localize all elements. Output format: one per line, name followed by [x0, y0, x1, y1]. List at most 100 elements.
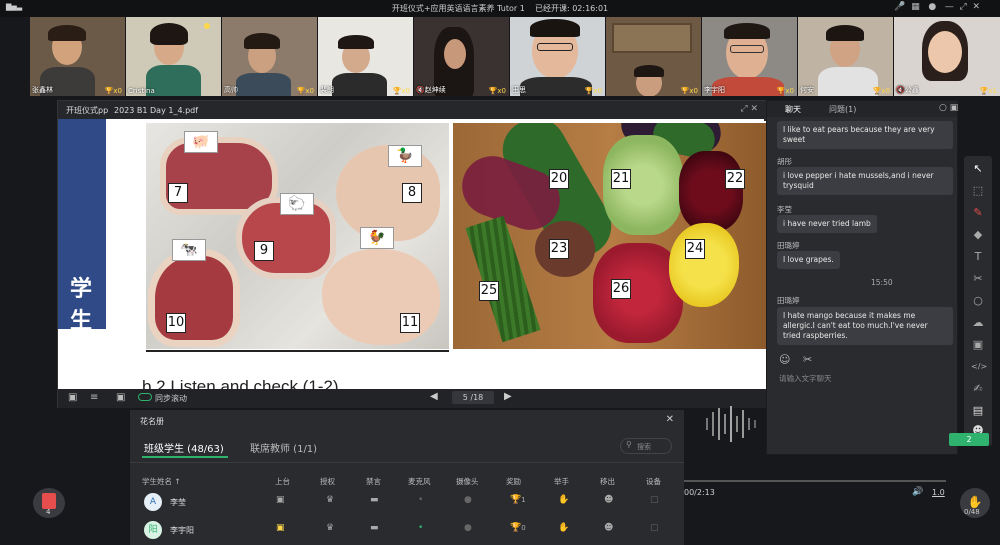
- crown-icon[interactable]: ♛: [326, 523, 334, 533]
- pdf-tray-button[interactable]: 4: [33, 488, 65, 518]
- page-indicator[interactable]: 5 /18: [452, 391, 494, 404]
- table-row[interactable]: A 李莹 ▣ ♛ ▬ • ● 🏆1 ✋ ☻ ▢: [130, 490, 684, 516]
- playback-time: 00/2:13: [684, 488, 715, 497]
- code-icon[interactable]: </>: [971, 360, 987, 374]
- progress-track[interactable]: [684, 480, 946, 482]
- toolbox-icon[interactable]: ▣: [971, 338, 985, 352]
- cloud-icon[interactable]: ☁: [971, 316, 985, 330]
- next-page-button[interactable]: ▶: [504, 391, 512, 402]
- chat-bubble-icon[interactable]: ○ ▣: [939, 103, 958, 113]
- minimize-icon[interactable]: —: [945, 2, 954, 12]
- list-icon[interactable]: ≡: [90, 392, 98, 403]
- remove-user-icon[interactable]: ☻: [604, 495, 613, 505]
- emoji-icon[interactable]: ☺: [779, 353, 790, 366]
- sidebar-toggle-icon[interactable]: ▣: [68, 392, 77, 403]
- camera-icon[interactable]: ●: [464, 495, 472, 505]
- remove-user-icon[interactable]: ☻: [604, 523, 613, 533]
- thumbnail-icon[interactable]: ▣: [116, 392, 125, 403]
- col-header: 授权: [320, 477, 335, 486]
- sync-toggle[interactable]: [138, 393, 152, 401]
- chat-sender: 胡彤: [777, 157, 792, 166]
- record-icon[interactable]: ●: [928, 2, 936, 12]
- mute-chat-icon[interactable]: ▬: [370, 523, 379, 533]
- item-number: 26: [611, 279, 631, 299]
- trophy-count: 🏆x0: [680, 87, 698, 95]
- item-number: 23: [549, 239, 569, 259]
- eraser-icon[interactable]: ◆: [971, 228, 985, 242]
- chicken-flag: 🐓: [360, 227, 394, 249]
- mute-chat-icon[interactable]: ▬: [370, 495, 379, 505]
- trophy-count: 🏆x0: [872, 87, 890, 95]
- tab-students[interactable]: 班级学生 (48/63): [144, 440, 224, 455]
- document-window: 开班仪式pp 2023 B1 Day 1_4.pdf ⤢ ✕ 学生 🐖 🦆 🐑 …: [57, 100, 768, 408]
- video-tile[interactable]: 何安 🏆x0: [798, 17, 893, 96]
- trophy-count: 🏆x0: [584, 87, 602, 95]
- col-header: 麦克风: [408, 477, 431, 486]
- participant-name: 何安: [800, 86, 814, 94]
- shape-icon[interactable]: ○: [971, 294, 985, 308]
- duck-flag: 🦆: [388, 145, 422, 167]
- trophy-icon[interactable]: 🏆1: [510, 495, 526, 505]
- device-icon[interactable]: ▢: [650, 523, 659, 533]
- chat-toggle-icon[interactable]: ▤: [971, 404, 985, 418]
- stage-icon[interactable]: ▣: [276, 495, 285, 505]
- cow-flag: 🐄: [172, 239, 206, 261]
- mic-icon[interactable]: 🎤: [894, 2, 905, 12]
- col-header[interactable]: 学生姓名 ↑: [142, 476, 181, 487]
- select-icon[interactable]: ⬚: [971, 184, 985, 198]
- video-tile[interactable]: 裴朗 🏆x0: [318, 17, 413, 96]
- restore-icon[interactable]: ⤢: [960, 2, 967, 12]
- chat-sender: 田璐婷: [777, 296, 800, 305]
- active-tab-indicator: [142, 456, 228, 458]
- chat-sender: 李莹: [777, 205, 792, 214]
- cut-icon[interactable]: ✂: [971, 272, 985, 286]
- pointer-icon[interactable]: ↖: [971, 162, 985, 176]
- edit-icon[interactable]: ✍: [971, 382, 985, 396]
- tab-teachers[interactable]: 联席教师 (1/1): [250, 440, 317, 455]
- col-header: 禁言: [366, 477, 381, 486]
- video-strip: 张鑫林 🏆x0 Cristina 高帅 🏆x0 裴朗 🏆x0 🔇赵坤续 🏆x0 …: [30, 17, 1000, 97]
- mic-icon[interactable]: •: [418, 495, 423, 505]
- crown-icon[interactable]: ♛: [326, 495, 334, 505]
- participant-name: 🔇赵坤续: [416, 86, 446, 94]
- close-icon[interactable]: ✕: [972, 2, 980, 12]
- volume-icon[interactable]: 🔊: [912, 487, 923, 497]
- tab-chat[interactable]: 聊天: [785, 104, 801, 115]
- participant-name: Cristina: [128, 87, 155, 95]
- video-tile[interactable]: 李宇阳 🏆x0: [702, 17, 797, 96]
- text-icon[interactable]: T: [971, 250, 985, 264]
- chat-input[interactable]: 请输入文字聊天: [779, 373, 832, 384]
- video-tile[interactable]: 🔇公鑫 🏆x1: [894, 17, 1000, 96]
- video-tile[interactable]: 田思 🏆x0: [510, 17, 605, 96]
- hand-icon[interactable]: ✋: [558, 523, 569, 533]
- video-tile[interactable]: 🏆x0: [606, 17, 701, 96]
- participant-name: 田思: [512, 86, 526, 94]
- stage-icon[interactable]: ▣: [276, 523, 285, 533]
- camera-icon[interactable]: ●: [464, 523, 472, 533]
- green-badge[interactable]: 2: [949, 433, 989, 446]
- device-icon[interactable]: ▢: [650, 495, 659, 505]
- class-title: 开班仪式+应用英语语言素养 Tutor 1: [391, 4, 525, 13]
- close-icon[interactable]: ✕: [666, 414, 674, 425]
- avatar: A: [144, 493, 162, 511]
- video-tile[interactable]: 高帅 🏆x0: [222, 17, 317, 96]
- video-tile[interactable]: Cristina: [126, 17, 221, 96]
- pen-icon[interactable]: ✎: [971, 206, 985, 220]
- hand-icon[interactable]: ✋: [558, 495, 569, 505]
- trophy-icon[interactable]: 🏆0: [510, 523, 526, 533]
- trophy-count: 🏆x0: [488, 87, 506, 95]
- expand-icon[interactable]: ⤢ ✕: [740, 104, 758, 114]
- table-row[interactable]: 阳 李宇阳 ▣ ♛ ▬ • ● 🏆0 ✋ ☻ ▢: [130, 518, 684, 544]
- tab-questions[interactable]: 问题(1): [829, 104, 856, 115]
- playback-speed[interactable]: 1.0: [932, 488, 945, 497]
- grid-icon[interactable]: ▦: [911, 2, 920, 12]
- video-tile[interactable]: 张鑫林 🏆x0: [30, 17, 125, 96]
- doc-tab[interactable]: 开班仪式pp: [66, 105, 108, 116]
- chat-message: I like to eat pears because they are ver…: [777, 121, 953, 149]
- search-icon: ⚲: [626, 440, 632, 449]
- video-tile[interactable]: 🔇赵坤续 🏆x0: [414, 17, 509, 96]
- meat-photo: 🐖 🦆 🐑 🐄 🐓 7 8 9 10 11: [146, 123, 449, 349]
- scissors-icon[interactable]: ✂: [803, 353, 812, 366]
- prev-page-button[interactable]: ◀: [430, 391, 438, 402]
- mic-icon[interactable]: •: [418, 523, 423, 533]
